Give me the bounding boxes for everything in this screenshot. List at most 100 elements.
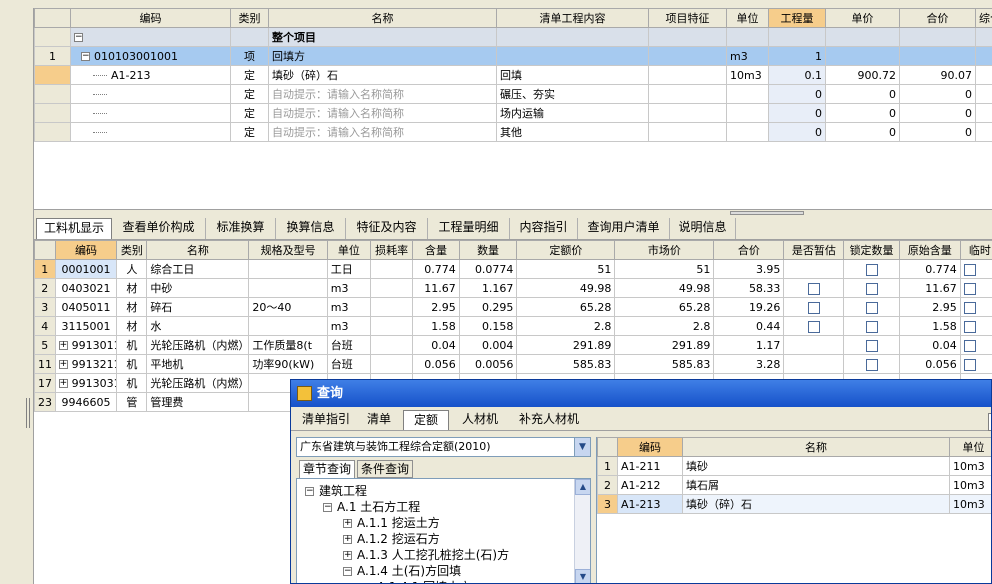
total-cell[interactable]: 3.95	[713, 259, 785, 279]
table-row[interactable]: − 整个项目	[34, 27, 992, 47]
column-header[interactable]: 编码	[617, 437, 683, 457]
row-number[interactable]: 11	[34, 354, 56, 374]
qty-cell[interactable]: 0.004	[458, 335, 518, 355]
total-cell[interactable]: 1.17	[713, 335, 785, 355]
row-number[interactable]: 5	[34, 335, 56, 355]
code-cell[interactable]: A1-213	[617, 494, 683, 514]
quantity-cell[interactable]: 1	[768, 46, 826, 66]
spec-cell[interactable]: 工作质量8(t	[248, 335, 328, 355]
row-number[interactable]	[34, 122, 71, 142]
quantity-cell[interactable]: 0	[768, 84, 826, 104]
lock-checkbox[interactable]	[865, 358, 878, 371]
tree-node[interactable]: + A.1.2 挖运石方	[343, 531, 440, 547]
content-cell[interactable]: 1.58	[412, 316, 460, 336]
temp-checkbox[interactable]	[963, 282, 976, 295]
tab-0[interactable]: 工料机显示	[36, 218, 112, 239]
content-cell[interactable]: 0.056	[412, 354, 460, 374]
qty-cell[interactable]: 0.0056	[458, 354, 518, 374]
code-cell[interactable]: 0001001	[54, 259, 118, 279]
tab-8[interactable]: 说明信息	[670, 218, 736, 239]
price-cell[interactable]: 0	[825, 122, 900, 142]
tree-scrollbar[interactable]: ▲ ▼	[574, 479, 590, 583]
unit-cell[interactable]	[726, 122, 769, 142]
estimate-cell[interactable]	[783, 297, 845, 317]
lock-cell[interactable]	[843, 278, 900, 298]
type-cell[interactable]: 机	[116, 354, 148, 374]
column-header[interactable]: 名称	[146, 240, 250, 260]
type-cell[interactable]	[230, 27, 269, 47]
total-cell[interactable]: 3.28	[713, 354, 785, 374]
scroll-down-icon[interactable]: ▼	[575, 569, 590, 583]
lock-cell[interactable]	[843, 316, 900, 336]
type-cell[interactable]: 定	[230, 103, 269, 123]
expand-icon[interactable]: +	[58, 379, 68, 388]
feature-cell[interactable]	[648, 27, 727, 47]
comp-price-cell[interactable]	[975, 27, 992, 47]
temp-checkbox[interactable]	[963, 320, 976, 333]
unit-cell[interactable]: 10m3	[949, 494, 991, 514]
quota-cell[interactable]: 65.28	[516, 297, 616, 317]
table-row[interactable]: 3 0405011 材碎石 20～40 m3 2.95 0.295 65.28 65.28 19.…	[34, 297, 992, 317]
unit-cell[interactable]: 10m3	[949, 475, 991, 495]
market-cell[interactable]: 585.83	[614, 354, 715, 374]
collapse-icon[interactable]: −	[305, 487, 314, 496]
temp-cell[interactable]	[959, 354, 992, 374]
type-cell[interactable]: 人	[116, 259, 148, 279]
column-header[interactable]: 规格及型号	[248, 240, 328, 260]
name-cell[interactable]: 自动提示：请输入名称简称	[268, 84, 497, 104]
column-header[interactable]: 名称	[268, 8, 497, 28]
quota-cell[interactable]: 585.83	[516, 354, 616, 374]
tab-6[interactable]: 内容指引	[510, 218, 578, 239]
type-cell[interactable]: 材	[116, 316, 148, 336]
name-cell[interactable]: 水	[146, 316, 250, 336]
qty-cell[interactable]: 0.295	[458, 297, 518, 317]
content-cell[interactable]: 回填	[496, 65, 649, 85]
feature-cell[interactable]	[648, 46, 727, 66]
unit-cell[interactable]	[726, 27, 769, 47]
column-header[interactable]: 市场价	[614, 240, 715, 260]
tree-node[interactable]: + A.1.3 人工挖孔桩挖土(石)方	[343, 547, 509, 563]
lock-cell[interactable]	[843, 259, 900, 279]
side-button[interactable]	[988, 413, 991, 431]
spec-cell[interactable]	[248, 278, 328, 298]
tab-7[interactable]: 查询用户清单	[578, 218, 670, 239]
row-number[interactable]: 17	[34, 373, 56, 393]
estimate-cell[interactable]	[783, 278, 845, 298]
name-cell[interactable]: 平地机	[146, 354, 250, 374]
code-cell[interactable]: +9913031	[54, 373, 118, 393]
unit-cell[interactable]: m3	[726, 46, 769, 66]
lock-cell[interactable]	[843, 335, 900, 355]
result-row[interactable]: 1 A1-211 填砂 10m3	[597, 456, 991, 476]
scroll-up-icon[interactable]: ▲	[575, 479, 590, 495]
code-cell[interactable]: +9913211	[54, 354, 118, 374]
column-header[interactable]: 单位	[949, 437, 991, 457]
unit-cell[interactable]	[726, 103, 769, 123]
content-cell[interactable]: 11.67	[412, 278, 460, 298]
tab-2[interactable]: 标准换算	[206, 218, 276, 239]
column-header[interactable]: 类别	[230, 8, 269, 28]
total-cell[interactable]: 0	[899, 84, 976, 104]
unit-cell[interactable]: 工日	[326, 259, 372, 279]
lock-checkbox[interactable]	[865, 282, 878, 295]
name-cell[interactable]: 回填方	[268, 46, 497, 66]
dialog-tab-2[interactable]: 定额	[403, 410, 449, 430]
column-header[interactable]: 类别	[116, 240, 148, 260]
temp-cell[interactable]	[959, 278, 992, 298]
tab-5[interactable]: 工程量明细	[428, 218, 510, 239]
column-header[interactable]: 是否暂估	[783, 240, 845, 260]
name-cell[interactable]: 自动提示：请输入名称简称	[268, 103, 497, 123]
comp-price-cell[interactable]	[975, 84, 992, 104]
column-header[interactable]: 合价	[713, 240, 785, 260]
name-cell[interactable]: 碎石	[146, 297, 250, 317]
qty-cell[interactable]: 1.167	[458, 278, 518, 298]
temp-checkbox[interactable]	[963, 301, 976, 314]
table-row[interactable]: 2 0403021 材中砂 m3 11.67 1.167 49.98 49.98 58.33 11…	[34, 278, 992, 298]
total-cell[interactable]: 19.26	[713, 297, 785, 317]
name-cell[interactable]: 中砂	[146, 278, 250, 298]
lock-checkbox[interactable]	[865, 263, 878, 276]
column-header[interactable]: 名称	[682, 437, 950, 457]
content-cell[interactable]	[496, 46, 649, 66]
code-cell[interactable]: +9913011	[54, 335, 118, 355]
estimate-checkbox[interactable]	[807, 301, 820, 314]
qty-cell[interactable]: 0.0774	[458, 259, 518, 279]
